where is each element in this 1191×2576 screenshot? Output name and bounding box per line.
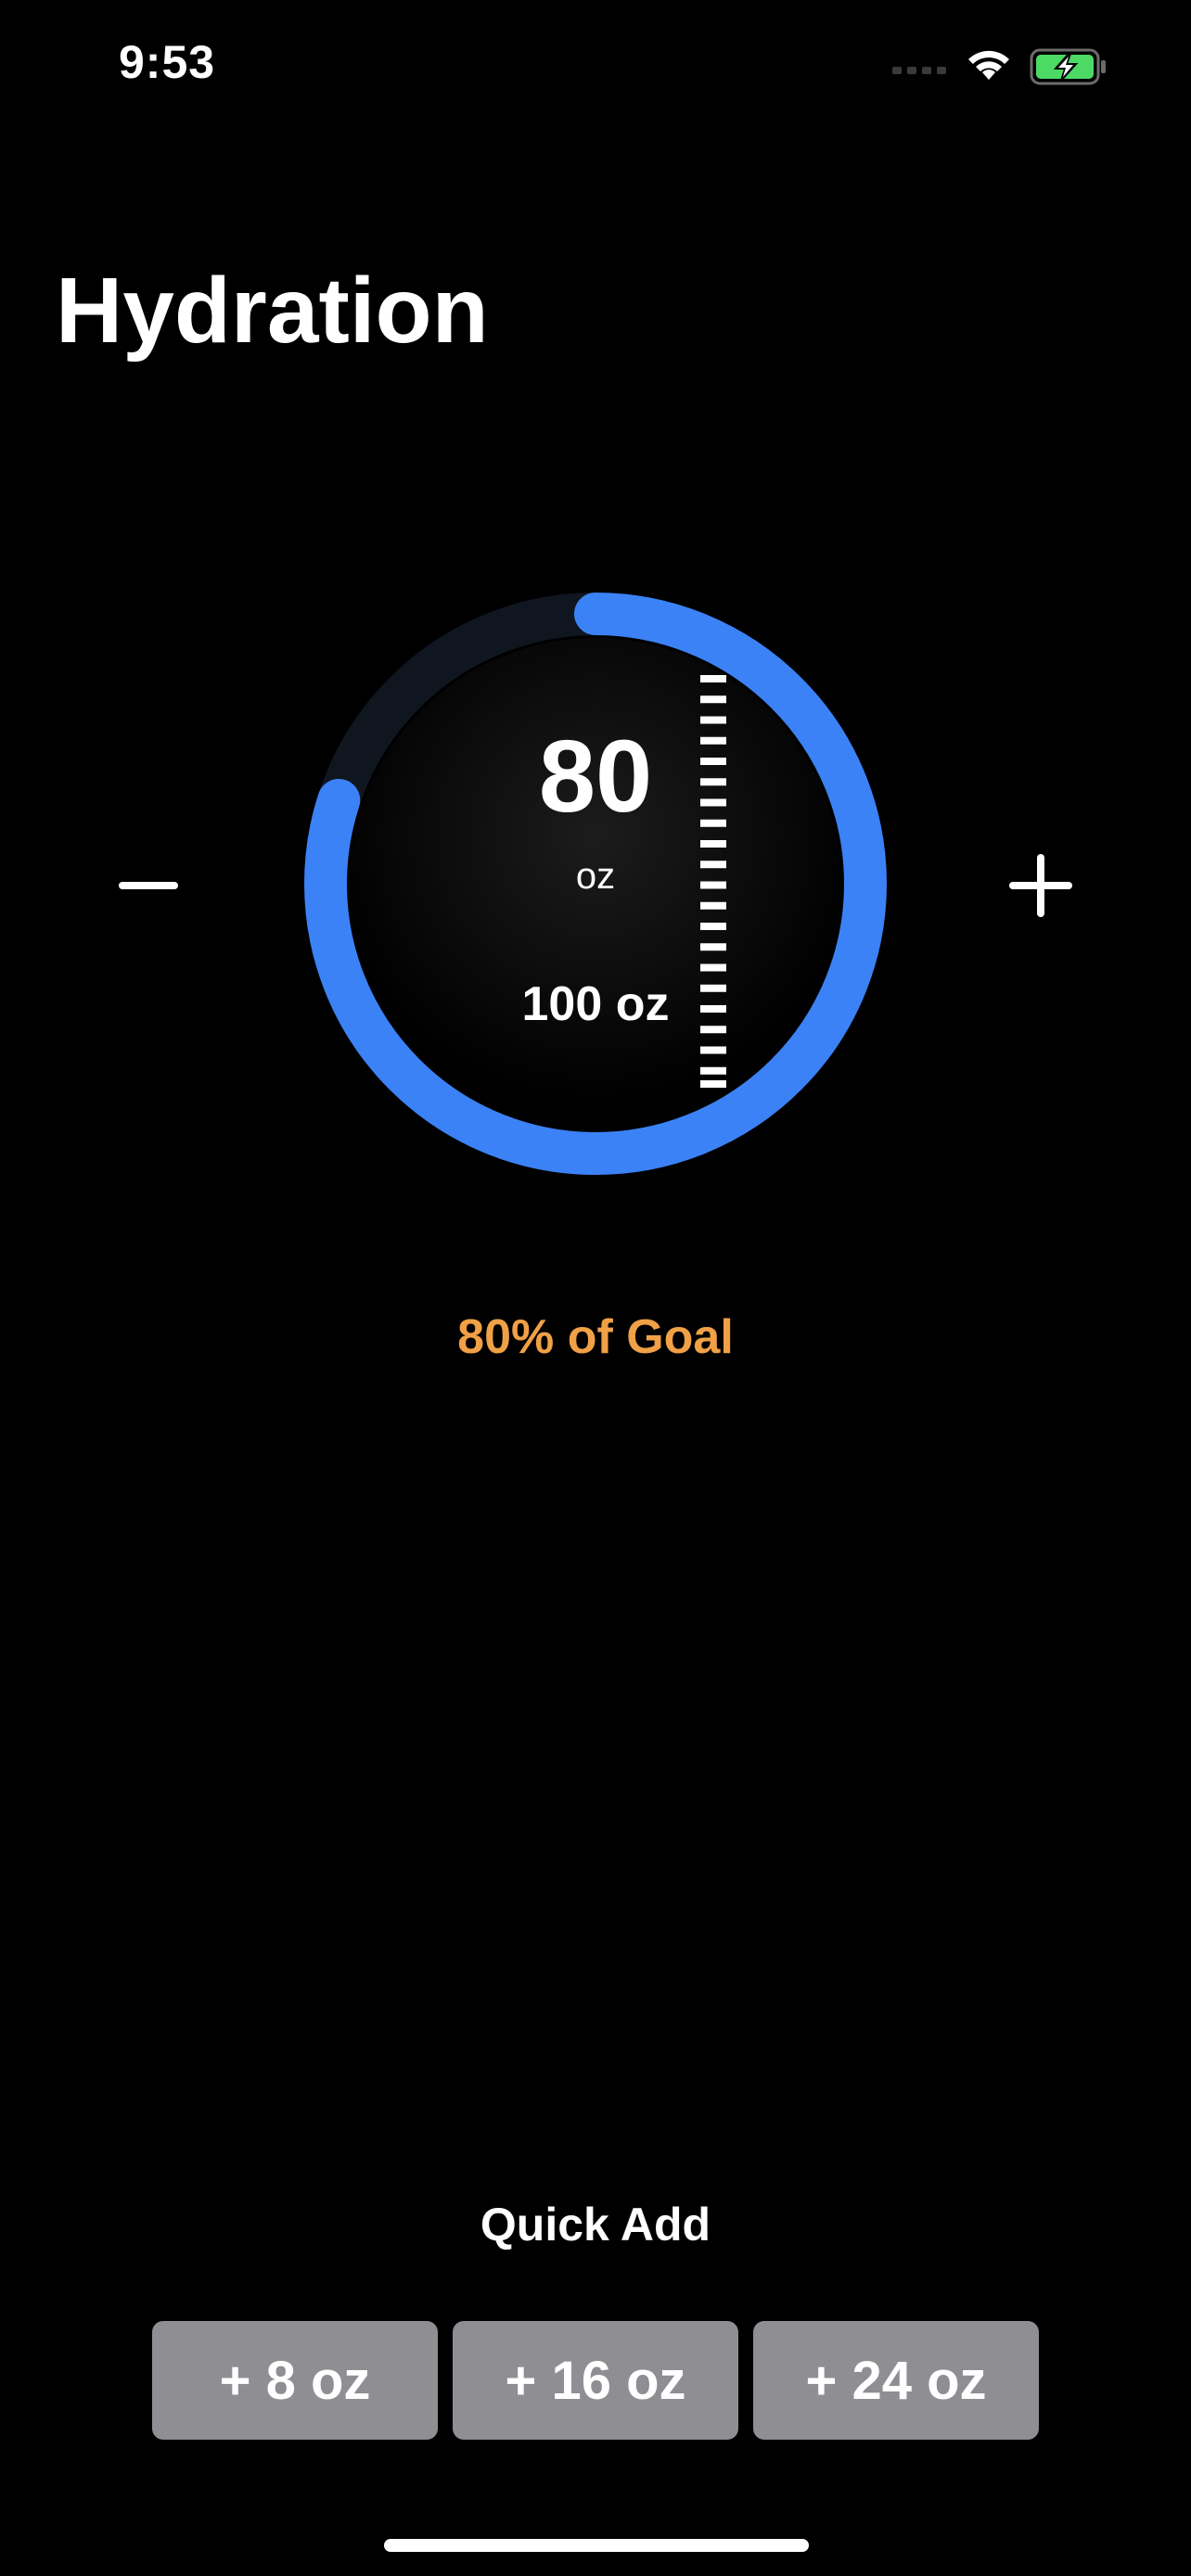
quick-add-24oz-button[interactable]: + 24 oz <box>753 2321 1039 2440</box>
quick-add-16oz-button[interactable]: + 16 oz <box>453 2321 738 2440</box>
tick-mark <box>700 675 726 682</box>
quick-add-buttons: + 8 oz + 16 oz + 24 oz <box>152 2321 1039 2440</box>
tick-mark <box>700 1066 726 1075</box>
wifi-icon <box>968 50 1009 80</box>
tick-mark <box>700 1080 726 1088</box>
increment-button[interactable] <box>994 839 1087 932</box>
home-indicator[interactable] <box>384 2539 809 2552</box>
signal-icon <box>892 67 946 74</box>
tick-mark <box>700 963 726 972</box>
tick-mark <box>700 923 726 930</box>
tick-mark <box>700 943 726 951</box>
battery-charging-icon <box>1030 48 1106 85</box>
decrement-button[interactable] <box>102 839 195 932</box>
tick-mark <box>700 716 726 724</box>
status-icons <box>892 41 1115 93</box>
tick-mark <box>700 840 726 848</box>
hydration-gauge: 80 oz 100 oz <box>303 592 888 1176</box>
current-intake-value: 80 <box>538 720 653 834</box>
status-time: 9:53 <box>119 36 216 88</box>
plus-icon <box>1009 854 1072 917</box>
quick-add-title: Quick Add <box>480 2199 711 2251</box>
tick-mark <box>700 1046 726 1054</box>
current-intake-unit: oz <box>575 856 616 897</box>
minus-icon <box>119 882 178 889</box>
daily-goal-label: 100 oz <box>521 977 670 1031</box>
quick-add-8oz-button[interactable]: + 8 oz <box>152 2321 438 2440</box>
tick-mark <box>700 901 726 910</box>
goal-percent-label: 80% of Goal <box>457 1310 734 1364</box>
page-title: Hydration <box>56 259 489 363</box>
tick-mark <box>700 695 726 704</box>
